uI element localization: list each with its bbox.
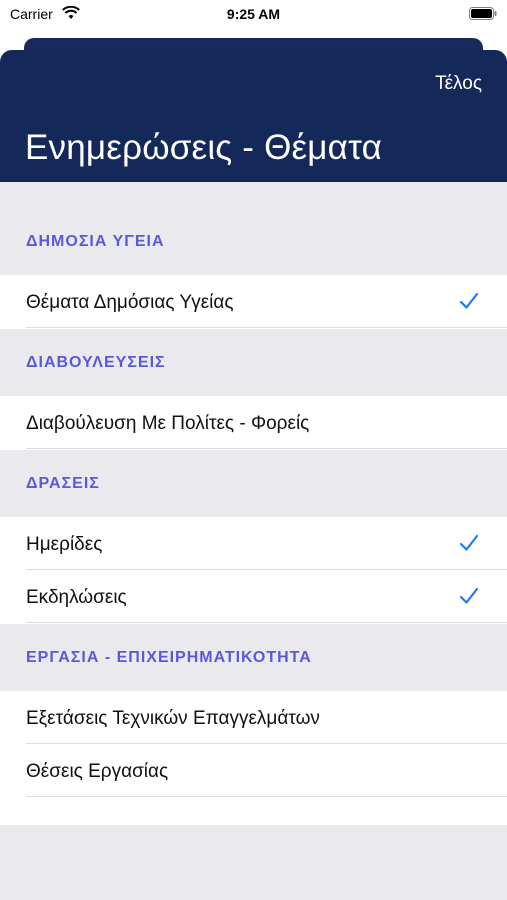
- list-item[interactable]: Θέματα Δημόσιας Υγείας: [0, 275, 507, 328]
- modal-sheet: Τέλος Ενημερώσεις - Θέματα ΔΗΜΟΣΙΑ ΥΓΕΙΑ…: [0, 50, 507, 900]
- section-header-public-health: ΔΗΜΟΣΙΑ ΥΓΕΙΑ: [0, 208, 507, 275]
- section-body: Ημερίδες Εκδηλώσεις: [0, 517, 507, 624]
- section-title: ΕΡΓΑΣΙΑ - ΕΠΙΧΕΙΡΗΜΑΤΙΚΟΤΗΤΑ: [26, 649, 312, 666]
- section-header-consultations: ΔΙΑΒΟΥΛΕΥΣΕΙΣ: [0, 329, 507, 396]
- battery-icon: [469, 7, 497, 20]
- status-time: 9:25 AM: [226, 6, 281, 22]
- status-bar: Carrier 9:25 AM: [0, 0, 507, 30]
- section-header-actions: ΔΡΑΣΕΙΣ: [0, 450, 507, 517]
- list-item-label: Ημερίδες: [26, 534, 103, 555]
- list-item[interactable]: Εξετάσεις Τεχνικών Επαγγελμάτων: [0, 691, 507, 744]
- list-item-label: Θέσεις Εργασίας: [26, 761, 169, 782]
- section-title: ΔΡΑΣΕΙΣ: [26, 475, 100, 492]
- topics-list: ΔΗΜΟΣΙΑ ΥΓΕΙΑ Θέματα Δημόσιας Υγείας ΔΙΑ…: [0, 208, 507, 825]
- list-item[interactable]: Ημερίδες: [0, 517, 507, 570]
- check-icon: [459, 534, 479, 551]
- list-item[interactable]: Διαβούλευση Με Πολίτες - Φορείς: [0, 396, 507, 449]
- section-body: Διαβούλευση Με Πολίτες - Φορείς: [0, 396, 507, 450]
- section-header-employment: ΕΡΓΑΣΙΑ - ΕΠΙΧΕΙΡΗΜΑΤΙΚΟΤΗΤΑ: [0, 624, 507, 691]
- section-title: ΔΙΑΒΟΥΛΕΥΣΕΙΣ: [26, 354, 166, 371]
- check-icon: [459, 587, 479, 604]
- section-title: ΔΗΜΟΣΙΑ ΥΓΕΙΑ: [26, 233, 165, 250]
- list-item-label: Διαβούλευση Με Πολίτες - Φορείς: [26, 413, 310, 434]
- page-title: Ενημερώσεις - Θέματα: [25, 128, 383, 167]
- list-item-label: Εκδηλώσεις: [26, 587, 127, 608]
- list-footer-spacer: [0, 797, 507, 824]
- check-icon: [459, 292, 479, 309]
- section-body: Θέματα Δημόσιας Υγείας: [0, 275, 507, 329]
- list-item[interactable]: Θέσεις Εργασίας: [0, 744, 507, 797]
- list-item-label: Εξετάσεις Τεχνικών Επαγγελμάτων: [26, 708, 320, 729]
- list-item[interactable]: Εκδηλώσεις: [0, 570, 507, 623]
- done-button[interactable]: Τέλος: [435, 73, 482, 95]
- list-item-label: Θέματα Δημόσιας Υγείας: [26, 292, 234, 313]
- section-body: Εξετάσεις Τεχνικών Επαγγελμάτων Θέσεις Ε…: [0, 691, 507, 825]
- sheet-header: Τέλος Ενημερώσεις - Θέματα: [0, 50, 507, 182]
